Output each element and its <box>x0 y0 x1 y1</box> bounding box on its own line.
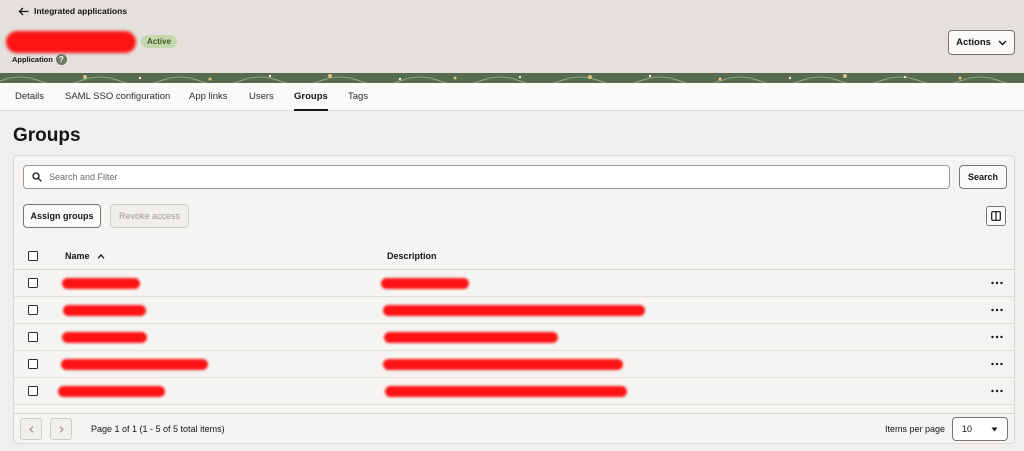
tab-tags[interactable]: Tags <box>348 83 368 111</box>
table-row[interactable] <box>14 270 1014 297</box>
tab-groups[interactable]: Groups <box>294 83 328 111</box>
actions-button-label: Actions <box>956 37 991 48</box>
chevron-left-icon <box>28 425 33 433</box>
more-horizontal-icon[interactable] <box>989 330 1005 344</box>
tab-users[interactable]: Users <box>249 83 274 111</box>
actions-button[interactable]: Actions <box>948 30 1015 55</box>
items-per-page-value: 10 <box>962 424 973 434</box>
row-checkbox[interactable] <box>28 386 38 396</box>
table-row[interactable] <box>14 297 1014 324</box>
group-description-redacted <box>383 359 623 370</box>
decorative-banner <box>0 73 1024 83</box>
row-checkbox[interactable] <box>28 305 38 315</box>
page-info: Page 1 of 1 (1 - 5 of 5 total items) <box>91 424 225 434</box>
row-checkbox[interactable] <box>28 332 38 342</box>
items-per-page-label: Items per page <box>885 424 946 434</box>
group-description-redacted <box>383 305 645 316</box>
column-header-name[interactable]: Name <box>65 251 105 261</box>
table-header: Name Description <box>14 243 1014 270</box>
select-all-checkbox[interactable] <box>28 251 38 261</box>
tab-details[interactable]: Details <box>15 83 44 111</box>
sort-ascending-icon <box>97 253 104 259</box>
next-page-button <box>50 418 72 440</box>
search-icon <box>32 172 42 182</box>
chevron-right-icon <box>59 425 64 433</box>
more-horizontal-icon[interactable] <box>989 276 1005 290</box>
column-header-description: Description <box>387 251 437 261</box>
table-row[interactable] <box>14 351 1014 378</box>
column-header-name-label: Name <box>65 251 90 261</box>
group-name-redacted <box>62 278 140 289</box>
group-name-redacted <box>63 305 146 316</box>
back-link-label: Integrated applications <box>34 6 128 16</box>
row-checkbox[interactable] <box>28 359 38 369</box>
search-box[interactable] <box>23 165 950 189</box>
application-name-redacted <box>6 31 136 53</box>
tab-saml-sso-configuration[interactable]: SAML SSO configuration <box>65 83 170 111</box>
back-link[interactable]: Integrated applications <box>18 6 127 16</box>
row-checkbox[interactable] <box>28 278 38 288</box>
previous-page-button <box>20 418 42 440</box>
status-badge: Active <box>141 35 178 48</box>
items-per-page-select[interactable]: 10 <box>952 417 1008 441</box>
tab-app-links[interactable]: App links <box>189 83 228 111</box>
arrow-left-icon <box>18 7 29 15</box>
group-description-redacted <box>384 332 558 343</box>
group-name-redacted <box>62 332 147 343</box>
page-title: Groups <box>13 125 81 146</box>
manage-columns-button[interactable] <box>986 206 1006 226</box>
pagination-bar: Page 1 of 1 (1 - 5 of 5 total items) Ite… <box>14 413 1014 443</box>
group-name-redacted <box>58 386 165 397</box>
revoke-access-button: Revoke access <box>110 204 189 228</box>
app-header: Integrated applications Active Applicati… <box>0 0 1024 83</box>
more-horizontal-icon[interactable] <box>989 303 1005 317</box>
assign-groups-button[interactable]: Assign groups <box>23 204 101 228</box>
search-input[interactable] <box>49 167 929 187</box>
application-type-label: Application <box>12 55 53 64</box>
table-row[interactable] <box>14 378 1014 405</box>
group-description-redacted <box>381 278 469 289</box>
table-row[interactable] <box>14 324 1014 351</box>
more-horizontal-icon[interactable] <box>989 384 1005 398</box>
search-button[interactable]: Search <box>959 165 1007 189</box>
tab-bar: Details SAML SSO configuration App links… <box>0 83 1024 111</box>
columns-icon <box>991 211 1001 221</box>
more-horizontal-icon[interactable] <box>989 357 1005 371</box>
help-icon[interactable]: ? <box>55 54 67 65</box>
group-description-redacted <box>385 386 627 397</box>
chevron-down-icon <box>998 40 1007 45</box>
groups-panel: Search Assign groups Revoke access Name … <box>13 155 1015 444</box>
group-name-redacted <box>61 359 208 370</box>
application-type: Application ? <box>12 54 67 65</box>
caret-down-icon <box>991 427 998 432</box>
